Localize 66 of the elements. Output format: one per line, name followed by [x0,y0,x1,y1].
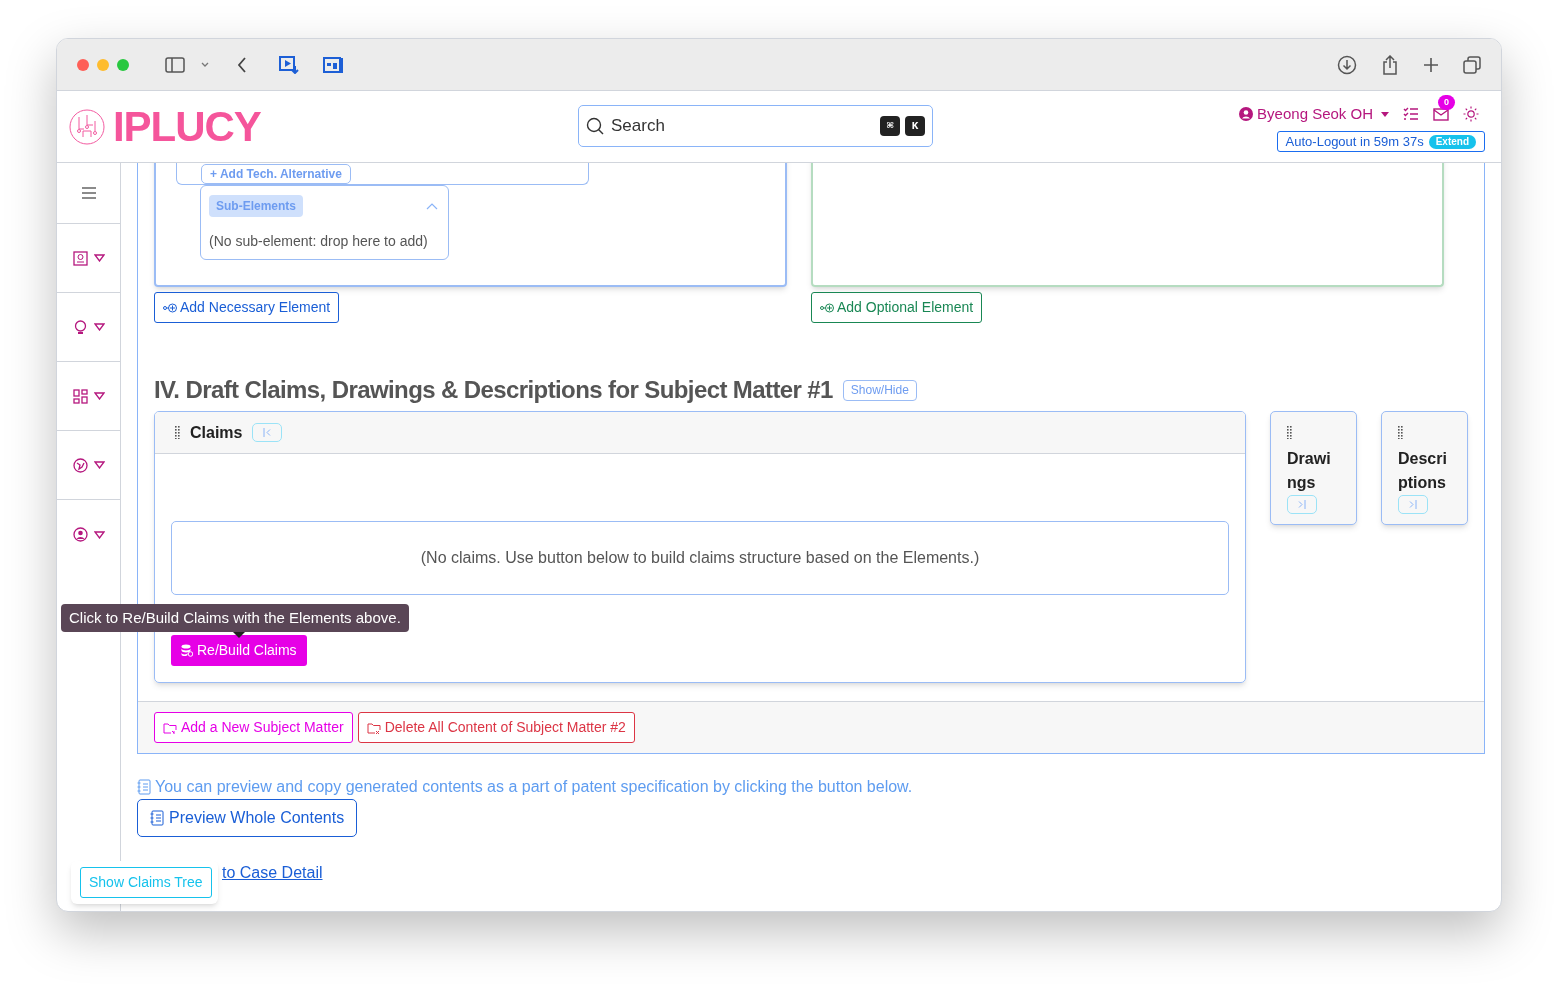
empty-message: (No sub-element: drop here to add) [209,232,429,251]
folder-icon [163,721,177,734]
tooltip-arrow-icon [233,632,245,638]
drag-handle-icon[interactable] [175,426,180,439]
drag-handle-icon[interactable] [1398,426,1403,439]
info-text: You can preview and copy generated contents as a part of patent specification by clicking the button below. [155,777,913,797]
add-element-button[interactable]: Add Necessary Element [154,292,340,323]
sidebar-icon[interactable] [165,56,185,73]
panel-title: Drawings [1287,449,1332,493]
sun-icon[interactable] [1463,106,1479,122]
share-icon[interactable] [1381,54,1399,75]
lightbulb-icon [72,319,88,335]
caret-down-icon [93,392,105,400]
close-window-icon[interactable] [77,58,89,71]
mail-icon[interactable] [1433,107,1449,121]
logo-text: IPLUCY [113,105,261,148]
caret-down-icon [93,254,105,262]
expand-right-icon [1298,500,1306,509]
panel-title: Descriptions [1398,449,1448,493]
plus-icon[interactable] [1423,56,1439,73]
chip-icon [72,250,88,266]
sub-elements-badge: Sub-Elements [209,195,303,217]
back-icon[interactable] [237,56,247,73]
menu-icon[interactable] [81,187,96,199]
shortcut-key: K [905,116,925,136]
panel-title: Claims [190,422,243,443]
tabs-icon[interactable] [1463,55,1481,74]
logo-icon [69,108,105,145]
section-heading: IV. Draft Claims, Drawings & Descriptions for Subject Matter #1 [154,375,833,405]
caret-down-icon [93,530,105,539]
add-element-button[interactable]: Add Optional Element [811,292,983,323]
play-download-icon[interactable] [279,55,299,74]
add-subject-button[interactable]: Add a New Subject Matter [154,712,353,743]
show-hide-button[interactable]: Show/Hide [842,379,917,401]
checklist-icon[interactable] [1403,107,1419,121]
grid-icon [72,388,88,404]
caret-icon [1381,111,1389,117]
empty-claims-box: (No claims. Use button below to build claims structure based on the Elements.) [171,521,1229,595]
delete-content-button[interactable]: Delete All Content of Subject Matter #2 [357,712,635,743]
expand-right-icon [1409,500,1417,509]
notebook-icon [150,810,164,826]
auto-logout-text: Auto-Logout in 59m 37s [1285,133,1424,151]
back-link[interactable]: to Case Detail [222,864,323,881]
add-alternative-button[interactable]: + Add Tech. Alternative [201,164,351,184]
node-add-icon [163,302,177,313]
drag-handle-icon[interactable] [1287,426,1292,439]
tooltip: Click to Re/Build Claims with the Elements above. [61,604,409,632]
layout-icon[interactable] [323,55,343,74]
folder-icon [366,721,381,734]
chevron-up-icon[interactable] [426,202,438,210]
notebook-icon [137,779,151,795]
notification-badge: 0 [1438,95,1455,110]
search-icon [586,117,604,135]
download-icon[interactable] [1337,54,1357,75]
database-icon [181,644,193,657]
collapse-left-icon [263,428,272,437]
preview-button[interactable]: Preview Whole Contents [137,799,358,837]
rebuild-claims-button[interactable]: Re/Build Claims [171,635,307,666]
user-menu[interactable]: Byeong Seok OH [1239,102,1389,126]
chevron-down-icon[interactable] [201,61,209,68]
caret-down-icon [93,461,105,469]
user-icon [1239,107,1254,121]
node-add-icon [820,302,834,313]
caret-down-icon [93,323,105,331]
user-icon [72,527,88,542]
shortcut-key: ⌘ [880,116,900,136]
